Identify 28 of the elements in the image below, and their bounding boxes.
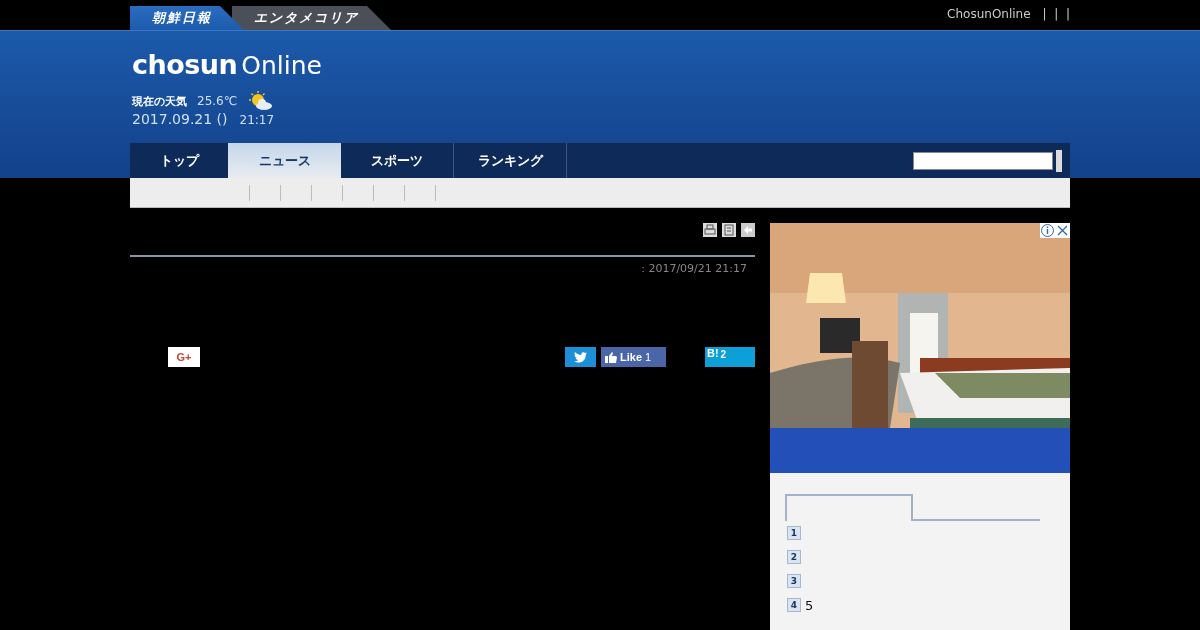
search-field[interactable]: [913, 151, 1053, 170]
nav-tab[interactable]: トップ: [130, 143, 228, 178]
google-plus-button[interactable]: G+: [168, 347, 200, 367]
site-logo[interactable]: chosun Online: [132, 49, 1200, 79]
print-icon[interactable]: [703, 223, 717, 237]
nav-tab[interactable]: ニュース: [228, 143, 341, 178]
date: 2017.09.21 (): [132, 111, 228, 127]
site-link[interactable]: ChosunOnline: [947, 7, 1031, 21]
article-timestamp: : 2017/09/21 21:17: [640, 262, 748, 275]
close-icon[interactable]: [1055, 223, 1070, 238]
rank-number: 2: [787, 550, 801, 564]
like-button[interactable]: Like 1: [601, 347, 666, 367]
thumbs-up-icon: [605, 351, 617, 363]
weather-label: 現在の天気: [132, 93, 187, 109]
rank-number: 3: [787, 574, 801, 588]
ranking-link[interactable]: 5: [805, 597, 814, 613]
tweet-button[interactable]: [565, 347, 596, 367]
info-icon[interactable]: [1040, 223, 1055, 238]
temperature: 25.6℃: [197, 94, 238, 108]
search-button[interactable]: [1056, 149, 1062, 172]
rank-number: 1: [787, 526, 801, 540]
time: 21:17: [239, 113, 275, 127]
bird-icon: [574, 351, 587, 363]
sun-cloud-icon: [247, 91, 274, 111]
rank-number: 4: [787, 598, 801, 612]
link-separators: | | |: [1042, 7, 1070, 21]
site-tab[interactable]: 朝鮮日報: [130, 6, 244, 30]
site-tab[interactable]: エンタメコリア: [232, 6, 391, 30]
